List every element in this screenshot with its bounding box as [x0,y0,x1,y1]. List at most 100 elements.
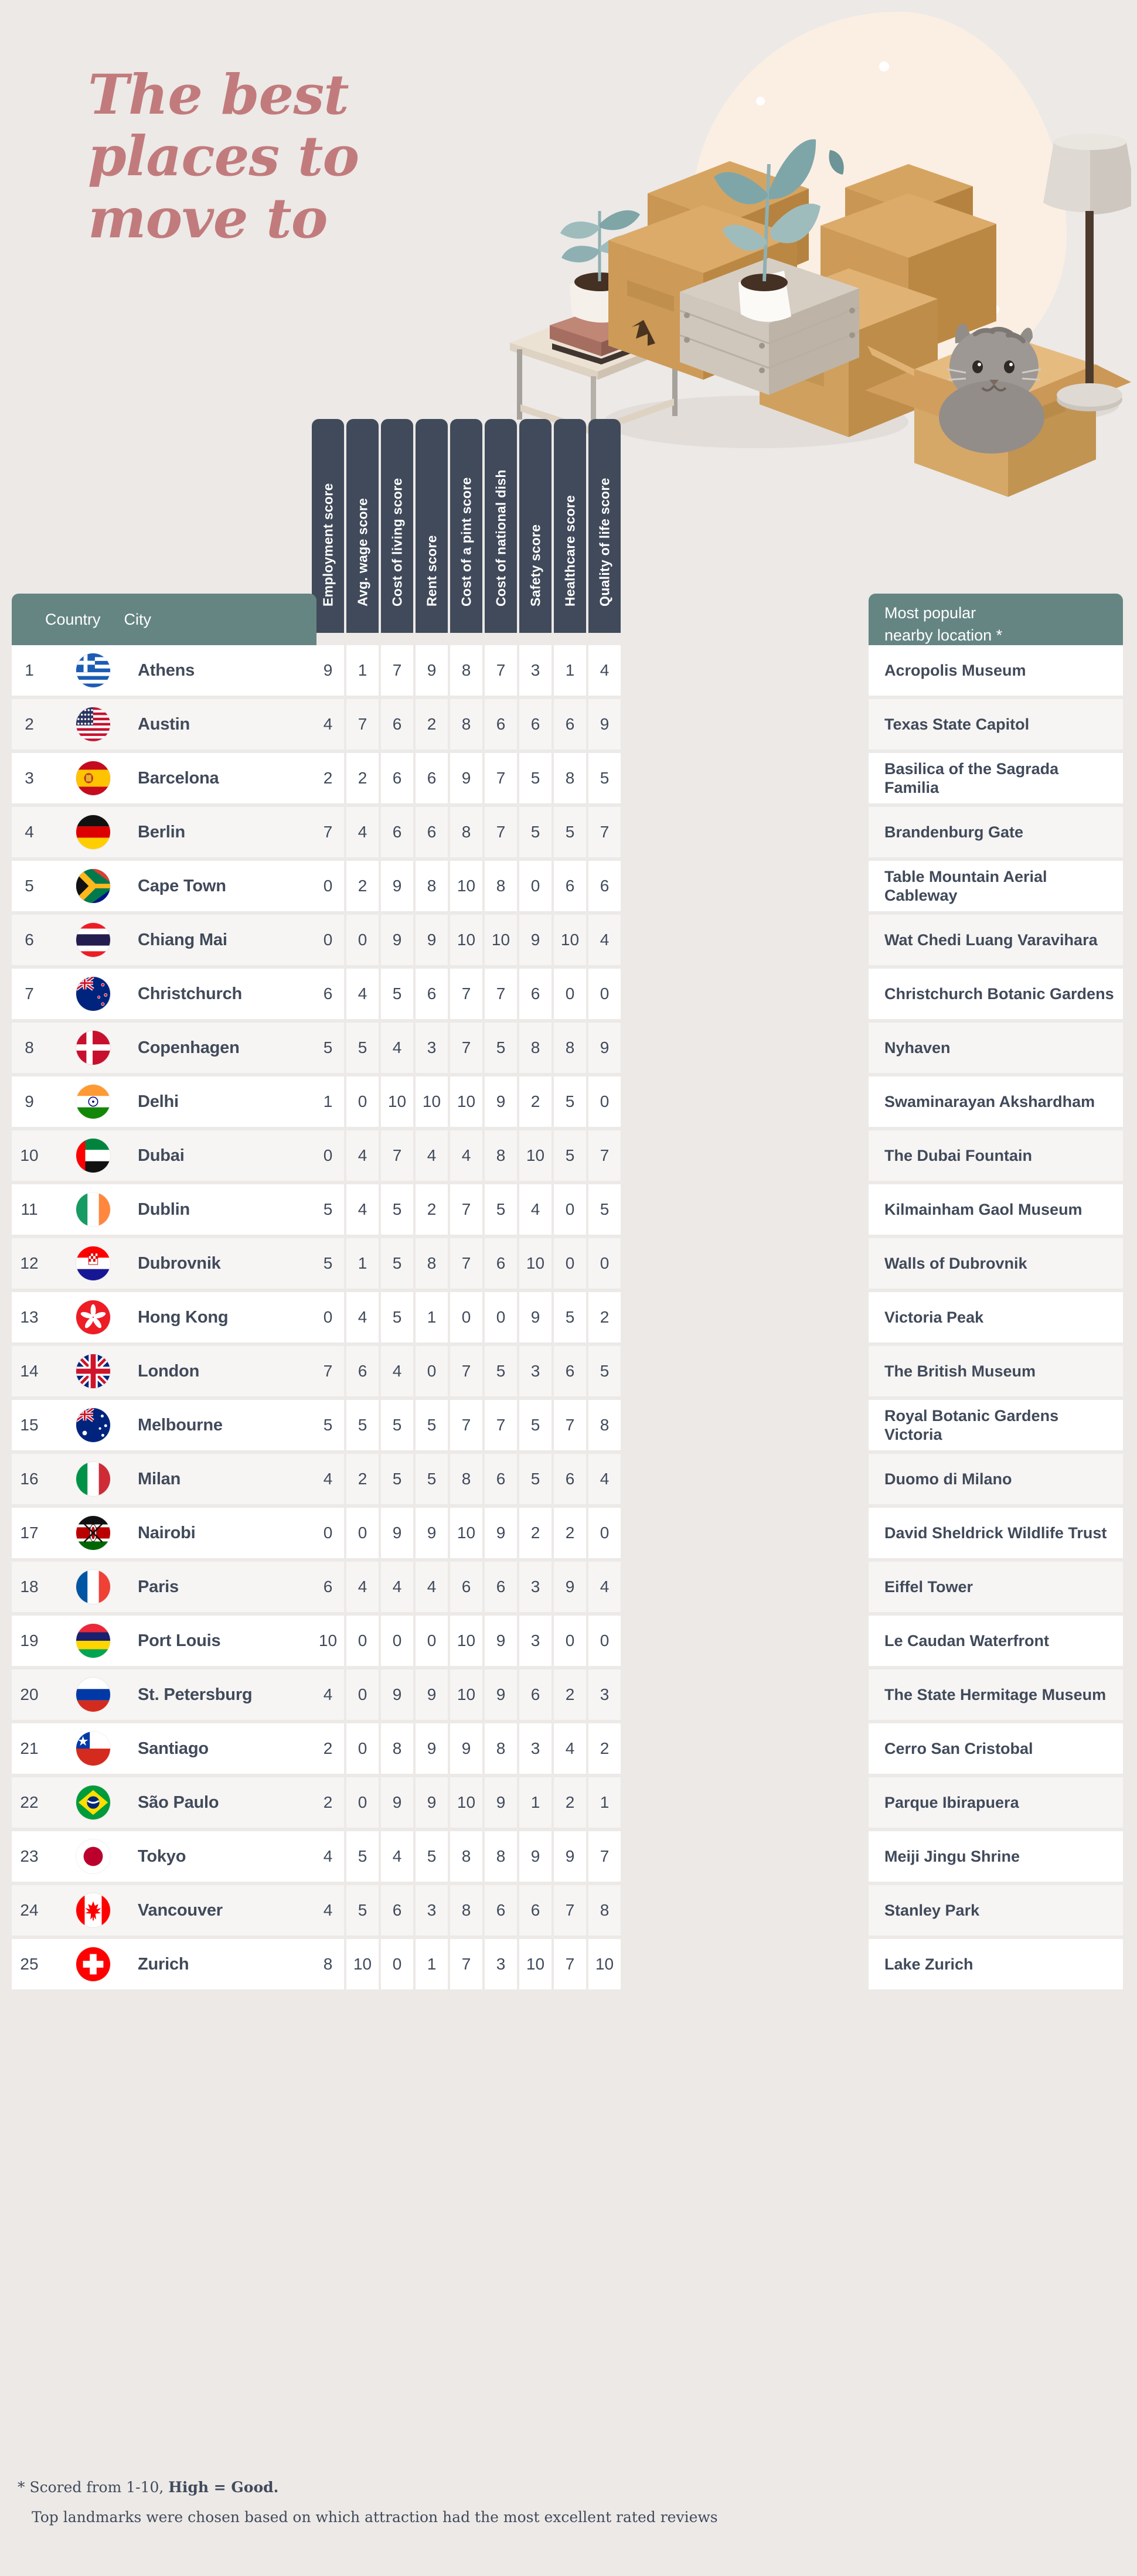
table-row[interactable]: 17 Nairobi 0 0 9 9 10 9 2 2 0 David Sheldrick Wildl… [0,1508,1137,1558]
row-place: Swaminarayan Akshardham [884,1092,1095,1110]
score-value: 6 [392,1901,402,1919]
row-place: The British Museum [884,1362,1036,1380]
row-rank: 10 [20,1146,39,1164]
table-row[interactable]: 19 Port Louis 10 0 0 0 10 9 3 0 0 Le Caudan Waterfr… [0,1616,1137,1666]
row-city: Tokyo [138,1846,186,1866]
score-header-label: Cost of national dish [493,469,508,606]
score-value: 9 [496,1685,506,1703]
table-row[interactable]: 23 Tokyo 4 5 4 5 8 8 9 9 7 Meiji Jingu Shrine [0,1831,1137,1882]
score-value: 5 [600,1362,610,1380]
row-city: Milan [138,1469,181,1488]
score-value: 6 [530,715,540,733]
score-value: 0 [323,1146,333,1164]
score-value: 8 [600,1901,610,1919]
uk-flag [76,1354,110,1388]
table-row[interactable]: 12 Dubrovnik 5 1 5 8 7 6 10 0 0 Walls of Dubrovnik [0,1238,1137,1289]
score-value: 6 [496,1470,506,1488]
row-rank: 13 [20,1308,39,1326]
score-header-label: Employment score [320,483,335,606]
table-row[interactable]: 15 Melbourne 5 5 5 5 7 7 5 7 8 Royal Botanic Garden… [0,1400,1137,1450]
table-row[interactable]: 16 Milan 4 2 5 5 8 6 5 6 4 Duomo di Milano [0,1454,1137,1504]
row-rank: 24 [20,1901,39,1919]
score-value: 10 [387,1092,407,1110]
score-value: 4 [358,1200,367,1218]
score-value: 10 [457,1631,476,1650]
score-value: 5 [496,1362,506,1380]
score-value: 2 [323,1739,333,1757]
table-row[interactable]: 21 Santiago 2 0 8 9 9 8 3 4 2 Cerro San Cristobal [0,1723,1137,1774]
table-row[interactable]: 11 Dublin 5 4 5 2 7 5 4 0 5 Kilmainham Gaol Museum [0,1184,1137,1235]
row-place: David Sheldrick Wildlife Trust [884,1524,1107,1542]
row-place: Wat Chedi Luang Varavihara [884,931,1098,949]
row-rank: 23 [20,1847,39,1865]
table-row[interactable]: 14 London 7 6 4 0 7 5 3 6 5 The British Museum [0,1346,1137,1396]
score-value: 8 [600,1416,610,1434]
table-row[interactable]: 3 Barcelona 2 2 6 6 9 7 5 8 5 Basilica of the Sagra… [0,753,1137,803]
score-value: 0 [427,1631,437,1650]
score-value: 5 [427,1416,437,1434]
score-value: 7 [358,715,367,733]
score-value: 4 [358,823,367,841]
row-place: Walls of Dubrovnik [884,1254,1027,1272]
score-value: 3 [427,1901,437,1919]
uae-flag [76,1139,110,1173]
score-value: 5 [392,1416,402,1434]
table-row[interactable]: 5 Cape Town 0 2 9 8 10 8 0 6 6 Table Mountain Aeria… [0,861,1137,911]
table-row[interactable]: 1 Athens 9 1 7 9 8 7 3 1 4 Acropolis Museum [0,645,1137,696]
header-city: City [124,610,152,628]
score-value: 7 [600,823,610,841]
score-value: 7 [496,823,506,841]
table-row[interactable]: 4 Berlin 7 4 6 6 8 7 5 5 7 Brandenburg Gate [0,807,1137,857]
score-header-7: Healthcare score [554,419,586,633]
italy-flag [76,1462,110,1496]
table-row[interactable]: 8 Copenhagen 5 5 4 3 7 5 8 8 9 Nyhaven [0,1023,1137,1073]
score-value: 9 [427,1739,437,1757]
row-rank: 3 [25,769,34,787]
table-row[interactable]: 25 Zurich 8 10 0 1 7 3 10 7 10 Lake Zurich [0,1939,1137,1989]
row-place: The Dubai Fountain [884,1146,1032,1164]
row-city: London [138,1361,200,1381]
table-row[interactable]: 10 Dubai 0 4 7 4 4 8 10 5 7 The Dubai Fountain [0,1130,1137,1181]
score-value: 8 [323,1955,333,1973]
page-title-line: The best [88,63,349,127]
row-place: Royal Botanic Gardens Victoria [884,1406,1059,1443]
brazil-flag [76,1786,110,1819]
score-value: 1 [600,1793,610,1811]
table-row[interactable]: 7 Christchurch 6 4 5 6 7 7 6 0 0 Christchurch Botan… [0,969,1137,1019]
score-value: 0 [358,931,367,949]
score-value: 5 [427,1470,437,1488]
score-header-label: Avg. wage score [355,498,370,606]
score-value: 7 [565,1901,575,1919]
score-value: 0 [600,1631,610,1650]
row-place: Stanley Park [884,1901,980,1919]
india-flag [76,1085,110,1119]
score-value: 0 [600,984,610,1003]
switzerland-flag [76,1947,110,1981]
score-value: 2 [427,1200,437,1218]
table-row[interactable]: 13 Hong Kong 0 4 5 1 0 0 9 5 2 Victoria Peak [0,1292,1137,1342]
score-header-label: Safety score [527,524,543,606]
score-value: 10 [526,1146,545,1164]
score-value: 3 [530,1362,540,1380]
row-city: Cape Town [138,876,226,895]
table-row[interactable]: 6 Chiang Mai 0 0 9 9 10 10 9 10 4 Wat Chedi Luang V… [0,915,1137,965]
left-header: Country City [12,594,316,645]
table-row[interactable]: 22 São Paulo 2 0 9 9 10 9 1 2 1 Parque Ibirapuera [0,1777,1137,1828]
score-value: 8 [496,1146,506,1164]
score-value: 1 [427,1955,437,1973]
table-row[interactable]: 24 Vancouver 4 5 6 3 8 6 6 7 8 Stanley Park [0,1885,1137,1936]
table-row[interactable]: 9 Delhi 1 0 10 10 10 9 2 5 0 Swaminarayan Akshardha… [0,1076,1137,1127]
table-row[interactable]: 2 Austin 4 7 6 2 8 6 6 6 9 Texas State Capitol [0,699,1137,749]
row-rank: 7 [25,984,34,1003]
score-value: 9 [600,715,610,733]
table-row[interactable]: 20 St. Petersburg 4 0 9 9 10 9 6 2 3 The State Herm… [0,1669,1137,1720]
score-value: 3 [530,1739,540,1757]
table-row[interactable]: 18 Paris 6 4 4 4 6 6 3 9 4 Eiffel Tower [0,1562,1137,1612]
row-rank: 5 [25,877,34,895]
score-value: 5 [496,1200,506,1218]
header-country: Country [45,610,101,628]
chile-flag [76,1732,110,1766]
score-value: 5 [358,1847,367,1865]
score-value: 4 [392,1847,402,1865]
score-value: 4 [461,1146,471,1164]
